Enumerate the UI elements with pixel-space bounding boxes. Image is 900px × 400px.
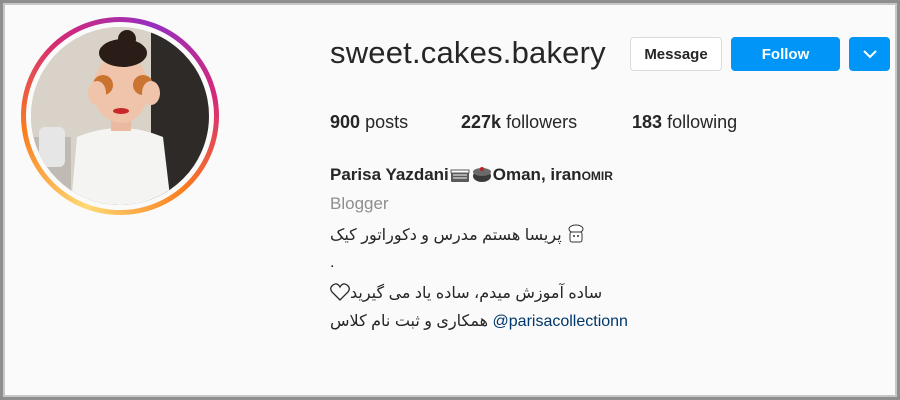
following-count: 183 bbox=[632, 112, 663, 132]
cake-slice-icon bbox=[471, 165, 493, 188]
full-name-line: Parisa Yazdani Oman, iranOMIR bbox=[330, 165, 613, 188]
suggestions-dropdown-button[interactable] bbox=[849, 37, 890, 71]
following-label: following bbox=[667, 112, 738, 132]
message-button[interactable]: Message bbox=[630, 37, 722, 71]
location-suffix: OMIR bbox=[581, 169, 613, 183]
heart-outline-icon bbox=[330, 283, 350, 306]
bio-text-1: پریسا هستم مدرس و دکوراتور کیک bbox=[330, 227, 562, 244]
chef-icon bbox=[566, 224, 586, 244]
follow-button[interactable]: Follow bbox=[731, 37, 840, 71]
avatar-photo bbox=[31, 27, 209, 205]
profile-header: sweet.cakes.bakery Message Follow 900 po… bbox=[0, 0, 900, 400]
following-stat[interactable]: 183 following bbox=[632, 112, 737, 133]
mention-link[interactable]: @parisacollectionn bbox=[493, 313, 628, 330]
posts-stat: 900 posts bbox=[330, 112, 408, 133]
location-text: Oman, iran bbox=[492, 165, 582, 184]
avatar[interactable] bbox=[31, 27, 209, 205]
cake-icon bbox=[449, 165, 471, 188]
chevron-down-icon bbox=[862, 49, 877, 58]
bio-line-3: ساده آموزش میدم، ساده یاد می گیرید bbox=[330, 283, 602, 306]
avatar-border bbox=[26, 22, 214, 210]
bio-line-4: همکاری و ثبت نام کلاس @parisacollectionn bbox=[330, 311, 628, 331]
full-name: Parisa Yazdani bbox=[330, 165, 449, 184]
bio-text-3: ساده آموزش میدم، ساده یاد می گیرید bbox=[350, 285, 603, 302]
bio-line-1: پریسا هستم مدرس و دکوراتور کیک bbox=[330, 224, 586, 245]
posts-label: posts bbox=[365, 112, 409, 132]
bio-line-2: . bbox=[330, 254, 335, 271]
posts-count: 900 bbox=[330, 112, 361, 132]
followers-label: followers bbox=[506, 112, 578, 132]
category-label: Blogger bbox=[330, 194, 389, 213]
username: sweet.cakes.bakery bbox=[330, 35, 606, 70]
followers-count: 227k bbox=[461, 112, 502, 132]
story-ring[interactable] bbox=[21, 17, 219, 215]
followers-stat[interactable]: 227k followers bbox=[461, 112, 577, 133]
bio-text-4: همکاری و ثبت نام کلاس bbox=[330, 313, 489, 330]
